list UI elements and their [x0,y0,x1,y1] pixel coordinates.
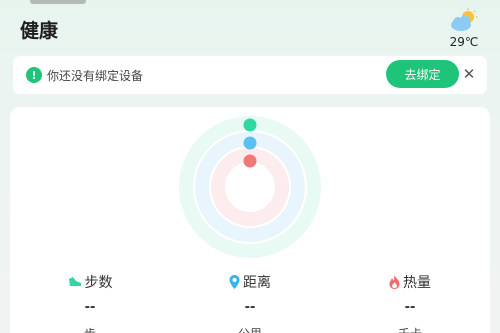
stat-unit: 千卡 [350,325,470,333]
stat-unit: 公里 [190,325,310,333]
flame-icon [389,275,400,289]
location-pin-icon [229,275,240,289]
status-bar-remnant [30,0,86,4]
close-icon[interactable]: ✕ [460,65,478,83]
weather-widget[interactable]: 29℃ [444,8,484,49]
shoe-icon [68,277,81,286]
page-title: 健康 [20,20,59,42]
notice-message: 你还没有绑定设备 [47,68,144,83]
temperature-label: 29℃ [449,35,479,49]
activity-card: 步数 -- 步 距离 -- 公里 热量 [10,107,490,333]
stat-value: -- [244,300,256,315]
stat-distance[interactable]: 距离 -- 公里 [190,272,310,333]
stat-label: 热量 [403,275,431,291]
stat-value: -- [84,300,96,315]
bind-device-button[interactable]: 去绑定 [386,60,459,88]
stat-value: -- [404,300,416,315]
partly-cloudy-icon [451,8,478,31]
stat-label: 距离 [243,275,271,291]
stat-calories[interactable]: 热量 -- 千卡 [350,272,470,333]
stat-steps[interactable]: 步数 -- 步 [30,272,150,333]
stat-label: 步数 [84,275,113,291]
activity-rings [179,116,321,258]
device-binding-notice: ! 你还没有绑定设备 去绑定 ✕ [13,56,487,94]
distance-ring-marker [243,136,257,150]
calories-ring-marker [243,154,257,168]
exclamation-icon: ! [26,67,42,83]
stat-unit: 步 [30,325,150,333]
steps-ring-marker [243,118,257,132]
